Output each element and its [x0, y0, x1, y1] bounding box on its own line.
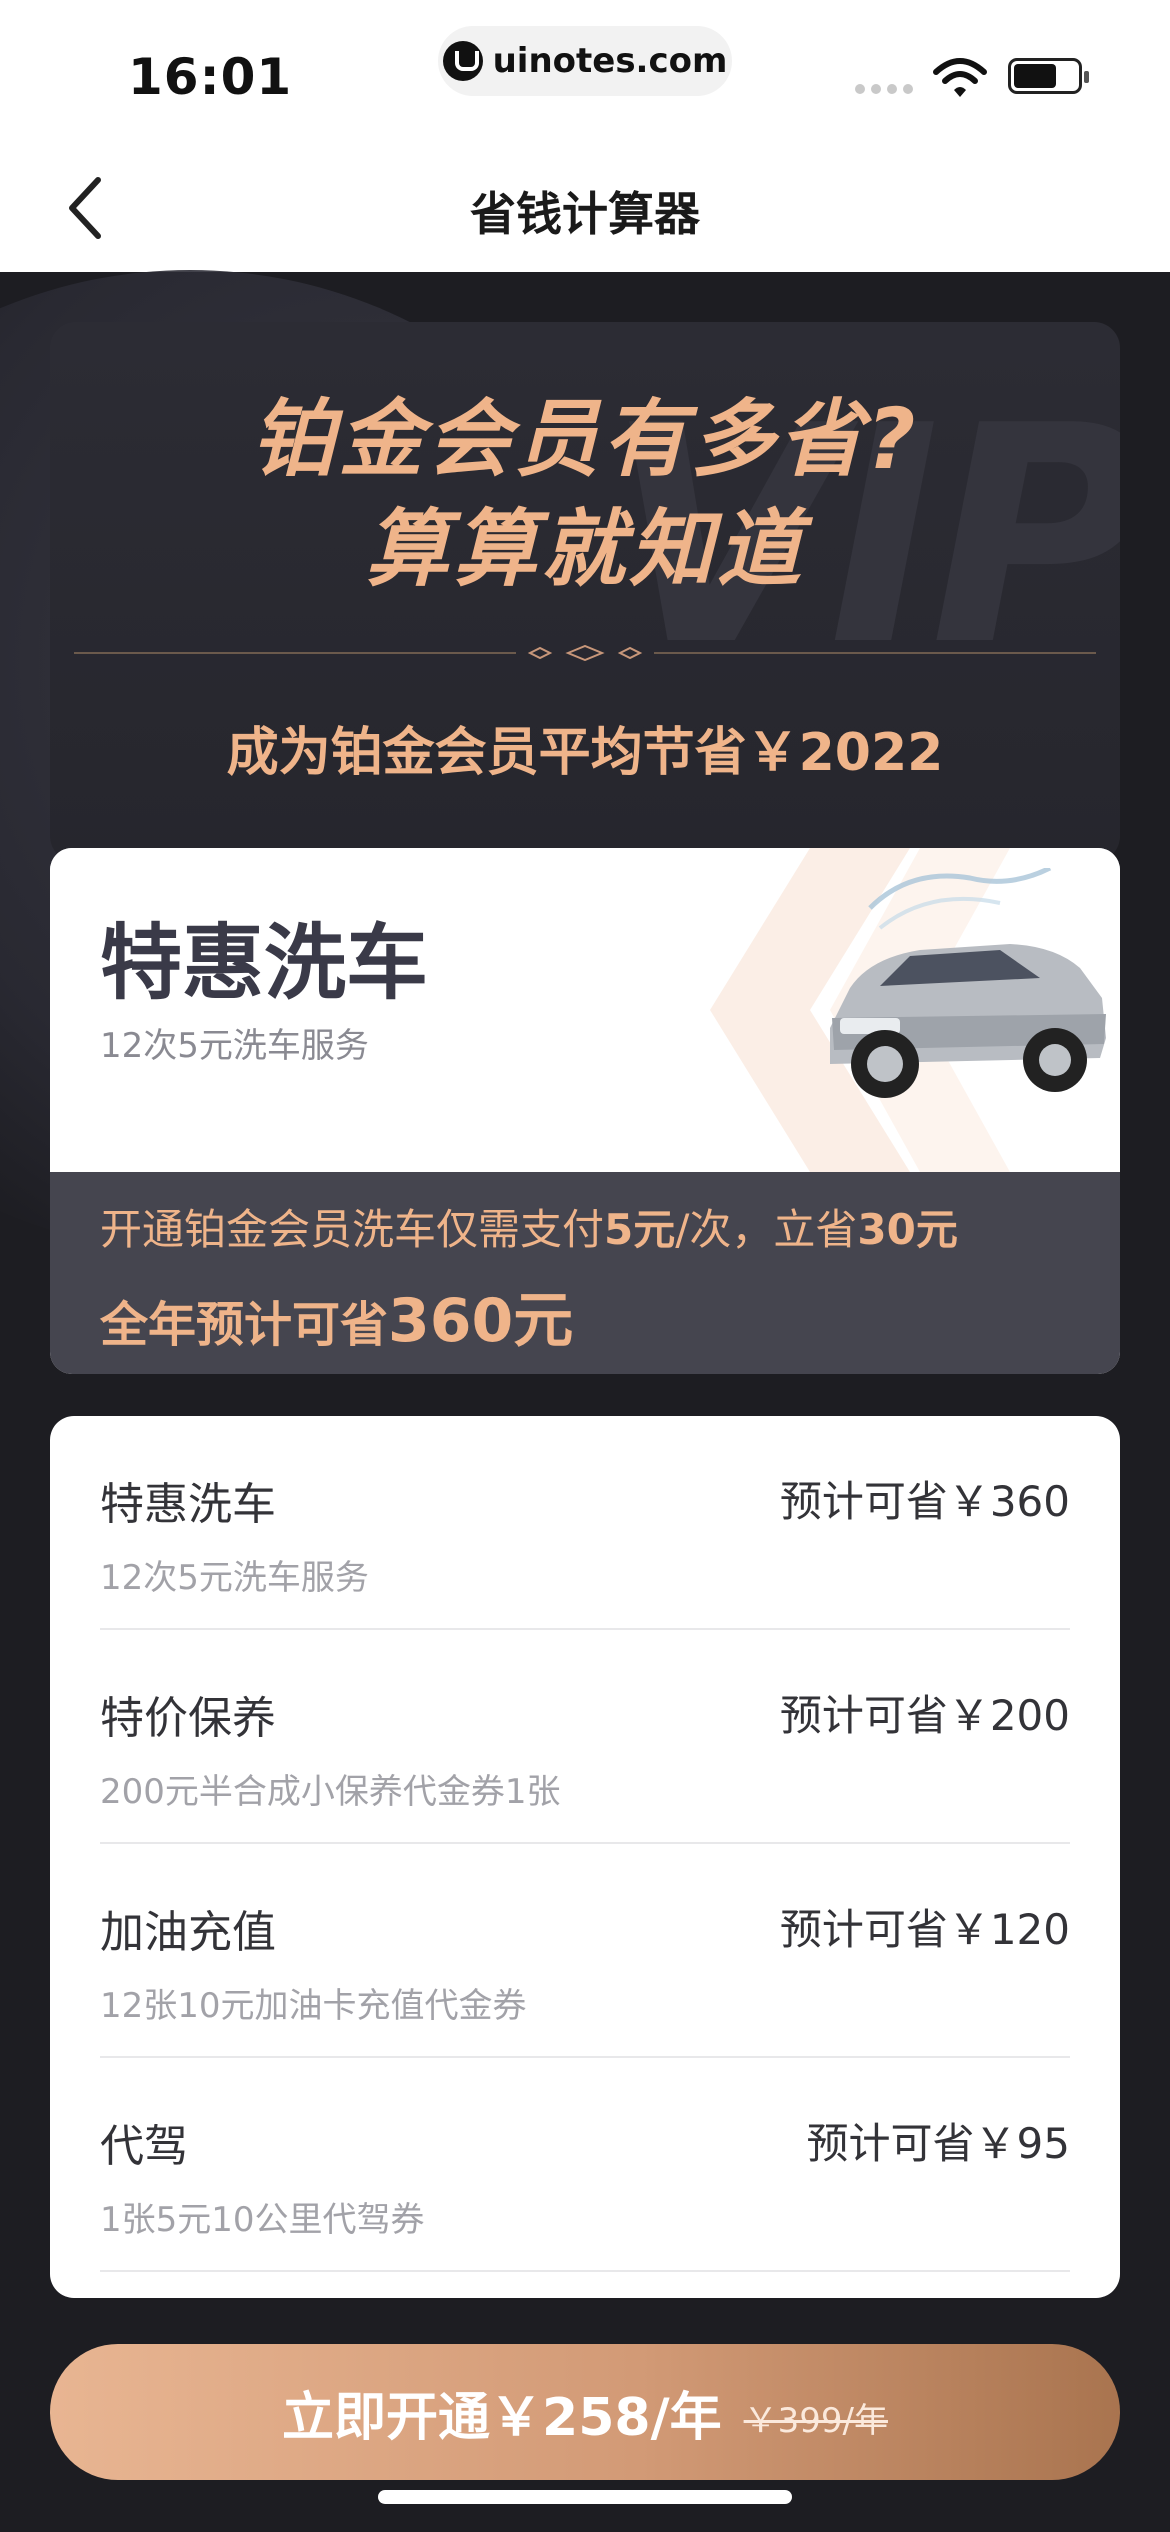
list-item: 代驾 预计可省￥95 1张5元10公里代驾券	[100, 2058, 1070, 2272]
item-desc: 12次5元洗车服务	[100, 1558, 369, 1598]
item-saving: 预计可省￥200	[779, 1691, 1070, 1740]
url-pill[interactable]: uinotes.com	[438, 26, 732, 96]
item-name: 特惠洗车	[100, 1479, 276, 1530]
battery-icon	[1008, 58, 1089, 94]
nav-bar: 省钱计算器	[0, 140, 1170, 272]
ornament-divider	[74, 645, 1096, 661]
url-text: uinotes.com	[492, 41, 728, 81]
annual-label: 全年预计可省	[100, 1297, 389, 1353]
benefit-list: 特惠洗车 预计可省￥360 12次5元洗车服务 特价保养 预计可省￥200 20…	[50, 1416, 1120, 2298]
site-logo-icon	[442, 41, 483, 81]
home-indicator	[378, 2490, 792, 2504]
car-wash-desc: 12次5元洗车服务	[100, 1026, 369, 1066]
cellular-signal-icon	[855, 84, 913, 94]
item-desc: 200元半合成小保养代金券1张	[100, 1772, 561, 1812]
hero-title-line2: 算算就知道	[364, 500, 805, 598]
item-desc: 12张10元加油卡充值代金券	[100, 1986, 527, 2026]
car-wash-header: 特惠洗车 12次5元洗车服务	[50, 848, 1120, 1172]
price-per-wash: 5元	[604, 1205, 676, 1254]
app-root: 16:01 uinotes.com 省钱计算器 VIP 铂金会员有多省? 算算就…	[0, 0, 1170, 2532]
annual-amount: 360元	[388, 1286, 574, 1356]
item-saving: 预计可省￥120	[779, 1905, 1070, 1954]
saved-per-wash: 30元	[857, 1205, 958, 1254]
item-desc: 1张5元10公里代驾券	[100, 2200, 425, 2240]
car-wash-annual-line: 全年预计可省360元	[100, 1272, 573, 1359]
status-time: 16:01	[128, 48, 293, 106]
wifi-icon	[933, 58, 987, 97]
price-line-text-2: /次，立省	[675, 1205, 858, 1254]
status-bar: 16:01 uinotes.com	[0, 0, 1170, 140]
car-wash-savings-band: 开通铂金会员洗车仅需支付5元/次，立省30元 全年预计可省360元	[50, 1172, 1120, 1374]
item-name: 加油充值	[100, 1907, 276, 1958]
item-name: 特价保养	[100, 1693, 276, 1744]
hero-subtitle: 成为铂金会员平均节省￥2022	[226, 723, 944, 783]
list-item: 特惠洗车 预计可省￥360 12次5元洗车服务	[100, 1416, 1070, 1630]
car-wash-title: 特惠洗车	[100, 916, 429, 1011]
activate-membership-button[interactable]: 立即开通￥258/年 ￥399/年	[50, 2344, 1120, 2480]
item-saving: 预计可省￥95	[806, 2119, 1070, 2168]
item-name: 代驾	[100, 2121, 188, 2172]
price-line-text: 开通铂金会员洗车仅需支付	[100, 1205, 605, 1254]
car-wash-card: 特惠洗车 12次5元洗车服务 开通铂金会员洗车仅需支付5元/次，立省30元 全年…	[50, 848, 1120, 1374]
car-wash-price-line: 开通铂金会员洗车仅需支付5元/次，立省30元	[100, 1196, 958, 1257]
list-item: 特价保养 预计可省￥200 200元半合成小保养代金券1张	[100, 1630, 1070, 1844]
hero-title-line1: 铂金会员有多省?	[250, 390, 920, 488]
page-title: 省钱计算器	[470, 187, 700, 241]
hero-card: VIP 铂金会员有多省? 算算就知道 成为铂金会员平均节省￥2022	[50, 322, 1120, 862]
car-image-icon	[830, 868, 1106, 1098]
cta-label: 立即开通￥258/年	[282, 2387, 722, 2448]
item-saving: 预计可省￥360	[779, 1477, 1070, 1526]
original-price: ￥399/年	[743, 2400, 888, 2441]
list-item: 加油充值 预计可省￥120 12张10元加油卡充值代金券	[100, 1844, 1070, 2058]
